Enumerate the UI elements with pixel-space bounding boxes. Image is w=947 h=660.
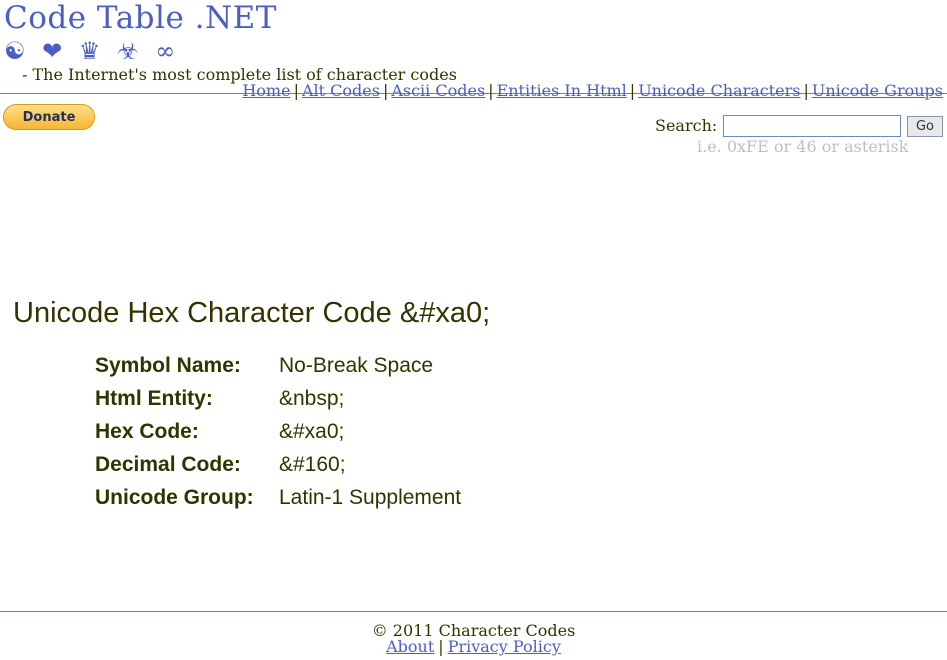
- footer-links: About | Privacy Policy: [0, 637, 947, 657]
- search-go-button[interactable]: Go: [907, 116, 943, 137]
- info-key: Hex Code:: [95, 420, 199, 443]
- nav-separator: |: [382, 81, 389, 100]
- info-value: No-Break Space: [279, 354, 434, 377]
- nav-separator: |: [293, 81, 299, 100]
- info-row-html-entity: Html Entity: &nbsp;: [95, 384, 461, 417]
- info-row-symbol-name: Symbol Name: No-Break Space: [95, 351, 461, 384]
- nav-link-entities-in-html[interactable]: Entities In Html: [497, 81, 627, 100]
- nav-link-home[interactable]: Home: [242, 81, 290, 100]
- site-title-link[interactable]: Code Table .NET: [4, 0, 277, 36]
- info-key: Unicode Group:: [95, 486, 254, 509]
- biohazard-icon: ☣: [117, 37, 139, 65]
- infinity-icon: ∞: [155, 37, 176, 65]
- footer-link-about[interactable]: About: [386, 637, 434, 656]
- footer-divider: [0, 611, 947, 612]
- donate-button[interactable]: Donate: [3, 104, 95, 130]
- nav-separator: |: [488, 81, 494, 100]
- nav-link-ascii-codes[interactable]: Ascii Codes: [391, 81, 485, 100]
- page-title: Unicode Hex Character Code &#xa0;: [13, 297, 491, 329]
- nav-link-alt-codes[interactable]: Alt Codes: [302, 81, 380, 100]
- heart-icon: ❤: [42, 37, 63, 65]
- character-info-table: Symbol Name: No-Break Space Html Entity: &…: [95, 351, 461, 516]
- search-label: Search:: [655, 116, 718, 135]
- header-symbols: ☯ ❤ ♛ ☣ ∞: [4, 37, 184, 65]
- info-key: Decimal Code:: [95, 453, 241, 476]
- footer-separator: |: [438, 637, 444, 656]
- page: Code Table .NET ☯ ❤ ♛ ☣ ∞ - The Internet…: [0, 0, 947, 660]
- top-navigation: Home | Alt Codes | Ascii Codes | Entities In H…: [242, 81, 943, 101]
- nav-separator: |: [803, 81, 809, 100]
- info-row-unicode-group: Unicode Group: Latin-1 Supplement: [95, 483, 461, 516]
- info-value: &#160;: [279, 453, 346, 476]
- nav-separator: |: [629, 81, 636, 100]
- nav-link-unicode-groups[interactable]: Unicode Groups: [812, 81, 943, 100]
- info-key: Symbol Name:: [95, 354, 241, 377]
- footer-link-privacy-policy[interactable]: Privacy Policy: [448, 637, 561, 656]
- info-value: &nbsp;: [279, 387, 345, 410]
- nav-link-unicode-characters[interactable]: Unicode Characters: [638, 81, 800, 100]
- info-row-decimal-code: Decimal Code: &#160;: [95, 450, 461, 483]
- info-row-hex-code: Hex Code: &#xa0;: [95, 417, 461, 450]
- info-value: Latin-1 Supplement: [279, 486, 462, 509]
- queen-icon: ♛: [78, 37, 101, 65]
- search-input[interactable]: [723, 115, 901, 137]
- yin-yang-icon: ☯: [4, 37, 26, 65]
- search-hint: i.e. 0xFE or 46 or asterisk: [697, 137, 909, 156]
- info-value: &#xa0;: [279, 420, 345, 443]
- info-key: Html Entity:: [95, 387, 213, 410]
